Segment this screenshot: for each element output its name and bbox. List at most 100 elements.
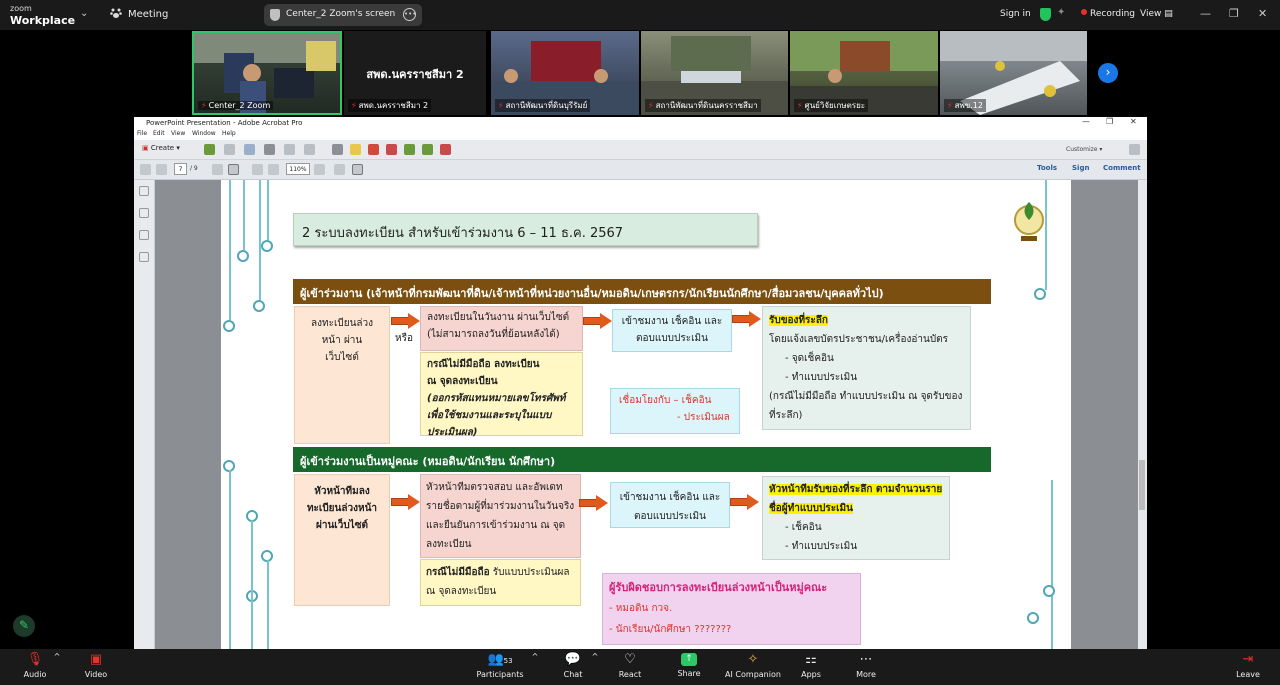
meeting-button[interactable]: Meeting — [110, 7, 168, 20]
ai-sparkle-icon[interactable]: ✦ — [1057, 7, 1065, 18]
tools-tab[interactable]: Tools — [1037, 164, 1057, 172]
record-dot-icon — [1081, 9, 1087, 15]
menu-window[interactable]: Window — [192, 130, 216, 137]
s2-box1-text: หัวหน้าทีมลงทะเบียนล่วงหน้าผ่านเว็บไซต์ — [306, 486, 378, 531]
restore-icon[interactable]: ❐ — [1106, 117, 1113, 126]
vertical-scrollbar[interactable] — [1138, 180, 1147, 649]
view-button[interactable]: View ▤ — [1140, 9, 1173, 19]
apps-icon: ⚏ — [805, 652, 817, 667]
s1-or-label: หรือ — [395, 333, 413, 344]
circuit-node — [1027, 612, 1039, 624]
participants-options-chevron-icon[interactable]: ^ — [530, 652, 540, 661]
chevron-down-icon[interactable]: ⌄ — [80, 8, 88, 19]
menu-help[interactable]: Help — [222, 130, 236, 137]
video-tile[interactable]: สพด.นครราชสีมา 2 ⚡ สพด.นครราชสีมา 2 — [344, 31, 486, 115]
select-tool-icon[interactable] — [212, 164, 223, 175]
customize-button[interactable]: Customize ▾ — [1066, 146, 1102, 153]
video-button[interactable]: ▣ Video — [66, 652, 126, 679]
close-icon[interactable]: ✕ — [1258, 7, 1267, 20]
zoom-level-input[interactable]: 110% — [286, 163, 310, 175]
leave-button[interactable]: ⇥ Leave — [1218, 652, 1278, 679]
prev-page-icon[interactable] — [140, 164, 151, 175]
participants-icon: 👥53 — [487, 652, 513, 667]
expand-icon[interactable] — [1129, 144, 1140, 155]
open-icon[interactable] — [204, 144, 215, 155]
pages-panel-icon[interactable] — [139, 186, 149, 196]
annotate-pen-icon[interactable]: ✎ — [13, 615, 35, 637]
circuit-line — [267, 560, 269, 649]
protect-icon[interactable] — [440, 144, 451, 155]
s1-box5-head: รับของที่ระลึก — [769, 315, 828, 326]
cloud-icon[interactable] — [244, 144, 255, 155]
tile-name: ⚡ ศูนย์วิจัยเกษตรยะ — [794, 99, 869, 112]
attachments-icon[interactable] — [139, 230, 149, 240]
s1-box5-line2: - จุดเช็คอิน — [785, 353, 834, 364]
s1-no-phone-box: กรณีไม่มีมือถือ ลงทะเบียน ณ จุดลงทะเบียน… — [420, 352, 583, 438]
video-tile[interactable]: ⚡ ศูนย์วิจัยเกษตรยะ — [790, 31, 938, 115]
circuit-node — [237, 250, 249, 262]
comment-icon[interactable] — [350, 144, 361, 155]
next-page-button[interactable]: › — [1098, 63, 1118, 83]
minimize-icon[interactable]: — — [1200, 7, 1211, 20]
zoom-dropdown-icon[interactable] — [314, 164, 325, 175]
print-icon[interactable] — [264, 144, 275, 155]
participants-button[interactable]: 👥53 Participants — [470, 652, 530, 679]
stamp-icon[interactable] — [368, 144, 379, 155]
email-icon[interactable] — [304, 144, 315, 155]
more-icon[interactable]: ••• — [403, 8, 416, 21]
save-icon[interactable] — [224, 144, 235, 155]
comment-tab[interactable]: Comment — [1103, 164, 1141, 172]
sign-tab[interactable]: Sign — [1072, 164, 1089, 172]
s1-link-line1: เชื่อมโยงกับ – เช็คอิน — [619, 395, 712, 406]
page-number-input[interactable]: 7 — [174, 163, 187, 175]
fit-width-icon[interactable] — [352, 164, 363, 175]
video-tile[interactable]: ⚡ สถานีพัฒนาที่ดินบุรีรัมย์ — [491, 31, 639, 115]
bookmarks-icon[interactable] — [139, 208, 149, 218]
scroll-thumb[interactable] — [1139, 460, 1145, 510]
s1-box3-line1: กรณีไม่มีมือถือ ลงทะเบียน — [427, 359, 540, 370]
circuit-line — [267, 180, 269, 240]
signin-button[interactable]: Sign in — [1000, 9, 1031, 19]
audio-options-chevron-icon[interactable]: ^ — [52, 652, 62, 661]
share-indicator[interactable]: Center_2 Zoom's screen ••• — [264, 4, 422, 26]
security-icon[interactable] — [1040, 8, 1051, 21]
zoom-in-icon[interactable] — [268, 164, 279, 175]
slide-title: 2 ระบบลงทะเบียน สำหรับเข้าร่วมงาน 6 – 11… — [293, 213, 758, 246]
export-icon[interactable] — [386, 144, 397, 155]
zoom-top-bar: zoom Workplace ⌄ Meeting Center_2 Zoom's… — [0, 0, 1280, 30]
recording-indicator[interactable]: Recording — [1081, 9, 1135, 19]
acrobat-toolbar: ▣ Create ▾ Customize ▾ — [134, 140, 1147, 160]
video-tile[interactable]: ⚡ สพข.12 — [940, 31, 1087, 115]
menu-view[interactable]: View — [171, 130, 185, 137]
minimize-icon[interactable]: — — [1082, 117, 1090, 126]
organize-icon[interactable] — [422, 144, 433, 155]
fit-page-icon[interactable] — [334, 164, 345, 175]
more-button[interactable]: ⋯ More — [836, 652, 896, 679]
mic-muted-icon: ⚡ — [648, 101, 654, 110]
next-page-icon[interactable] — [156, 164, 167, 175]
page-total: / 9 — [190, 165, 198, 172]
hand-tool-icon[interactable] — [228, 164, 239, 175]
chat-options-chevron-icon[interactable]: ^ — [590, 652, 600, 661]
edit-icon[interactable] — [284, 144, 295, 155]
create-button[interactable]: ▣ Create ▾ — [142, 144, 180, 152]
combine-icon[interactable] — [404, 144, 415, 155]
event-logo — [1014, 202, 1044, 241]
settings-icon[interactable] — [332, 144, 343, 155]
acrobat-left-panel — [134, 180, 155, 649]
menu-edit[interactable]: Edit — [153, 130, 165, 137]
paw-icon — [110, 8, 122, 18]
video-tile[interactable]: ⚡ Center_2 Zoom — [192, 31, 342, 115]
menu-file[interactable]: File — [137, 130, 147, 137]
apps-button[interactable]: ⚏ Apps — [781, 652, 841, 679]
react-button[interactable]: ♡ React — [600, 652, 660, 679]
ai-companion-button[interactable]: ✧ AI Companion — [723, 652, 783, 679]
create-icon: ▣ — [142, 144, 149, 152]
video-tile[interactable]: ⚡ สถานีพัฒนาที่ดินนครราชสีมา — [641, 31, 788, 115]
zoom-out-icon[interactable] — [252, 164, 263, 175]
signatures-icon[interactable] — [139, 252, 149, 262]
tile-name: ⚡ สพด.นครราชสีมา 2 — [348, 99, 432, 112]
restore-icon[interactable]: ❐ — [1229, 7, 1239, 20]
close-icon[interactable]: ✕ — [1130, 117, 1137, 126]
share-button[interactable]: ↑ Share — [659, 652, 719, 678]
